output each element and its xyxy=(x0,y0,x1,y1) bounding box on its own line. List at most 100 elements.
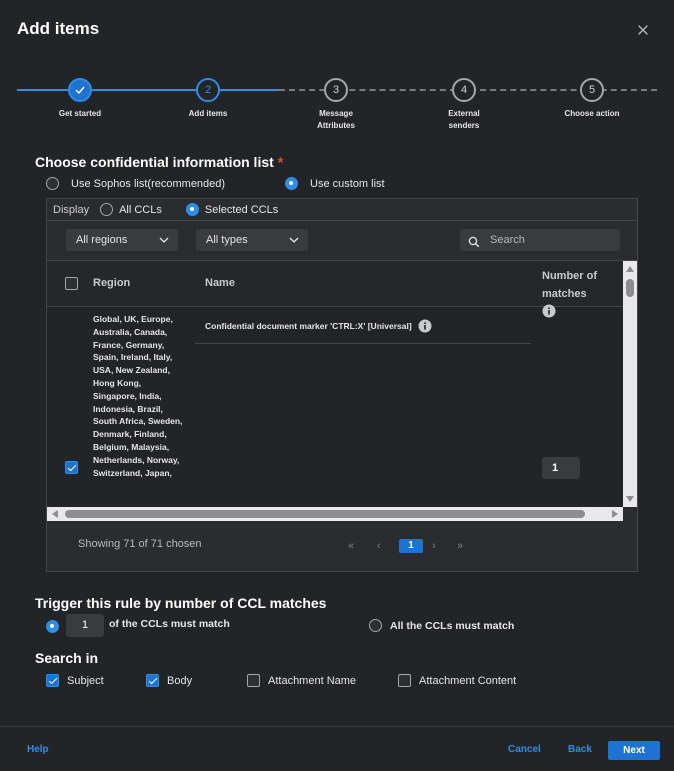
step-number: 3 xyxy=(324,78,348,102)
radio-control[interactable] xyxy=(100,203,114,216)
row-divider xyxy=(195,343,531,344)
first-page-button[interactable]: « xyxy=(348,540,354,552)
types-dropdown[interactable]: All types xyxy=(196,229,308,251)
scroll-thumb[interactable] xyxy=(65,510,585,518)
checkbox-control[interactable] xyxy=(46,674,59,687)
count-match-label: of the CCLs must match xyxy=(109,618,230,630)
radio-control[interactable] xyxy=(369,619,382,632)
radio-all-match[interactable]: All the CCLs must match xyxy=(369,619,514,632)
step-number: 4 xyxy=(452,78,476,102)
checkbox-label: Body xyxy=(167,674,193,687)
close-icon[interactable] xyxy=(633,20,653,40)
row-checkbox[interactable] xyxy=(65,461,78,474)
checkbox-label: Attachment Content xyxy=(419,674,517,687)
dialog-footer: Help Cancel Back Next xyxy=(0,726,674,771)
horizontal-scrollbar[interactable] xyxy=(47,507,623,521)
dialog-title: Add items xyxy=(17,19,100,38)
scroll-left-icon[interactable] xyxy=(52,510,58,518)
radio-label: All the CCLs must match xyxy=(390,619,515,632)
matches-input[interactable]: 1 xyxy=(542,457,580,479)
ccl-count-input[interactable]: 1 xyxy=(66,614,104,637)
column-header-name[interactable]: Name xyxy=(205,277,235,289)
table-header: Region Name Number of matches xyxy=(47,261,623,318)
checkbox-control[interactable] xyxy=(146,674,159,687)
step-label: Get started xyxy=(58,109,102,118)
scroll-right-icon[interactable] xyxy=(612,510,618,518)
row-name: Confidential document marker 'CTRL:X' [U… xyxy=(205,319,445,333)
step-external-senders[interactable]: 4 External senders xyxy=(414,76,514,132)
prev-page-button[interactable]: ‹ xyxy=(377,540,381,552)
step-label: Choose action xyxy=(564,109,620,118)
info-icon[interactable] xyxy=(542,304,556,318)
check-icon xyxy=(68,78,92,102)
vertical-scrollbar[interactable] xyxy=(623,261,637,507)
column-header-label: Number of matches xyxy=(542,270,597,300)
checkbox-attachment-content[interactable]: Attachment Content xyxy=(398,674,516,687)
radio-all-ccls[interactable]: All CCLs xyxy=(100,203,162,216)
radio-sophos-list[interactable]: Use Sophos list(recommended) xyxy=(46,177,225,190)
search-icon xyxy=(468,234,480,256)
radio-custom-list[interactable]: Use custom list xyxy=(285,177,385,190)
radio-control[interactable] xyxy=(285,177,298,190)
chevron-down-icon xyxy=(159,229,169,259)
step-number: 5 xyxy=(580,78,604,102)
section-title-text: Choose confidential information list xyxy=(35,154,274,170)
radio-control[interactable] xyxy=(46,620,59,633)
cancel-button[interactable]: Cancel xyxy=(508,744,541,755)
display-filter-bar: Display All CCLs Selected CCLs xyxy=(47,199,637,221)
scroll-thumb[interactable] xyxy=(626,279,634,297)
chevron-down-icon xyxy=(289,229,299,259)
radio-count-match[interactable] xyxy=(46,620,59,633)
current-page-button[interactable]: 1 xyxy=(399,539,423,553)
radio-label: Use custom list xyxy=(310,177,385,190)
checkbox-label: Attachment Name xyxy=(268,674,357,687)
pagination-bar: Showing 71 of 71 chosen « ‹ 1 › » xyxy=(47,521,637,571)
checkbox-control[interactable] xyxy=(247,674,260,687)
step-label: External senders xyxy=(448,109,480,130)
search-placeholder: Search xyxy=(490,234,525,246)
filter-bar: All regions All types Search xyxy=(47,221,637,261)
column-header-region[interactable]: Region xyxy=(93,277,130,289)
dropdown-value: All types xyxy=(206,234,248,246)
last-page-button[interactable]: » xyxy=(457,540,463,552)
row-name-text: Confidential document marker 'CTRL:X' [U… xyxy=(205,321,412,331)
regions-dropdown[interactable]: All regions xyxy=(66,229,178,251)
next-page-button[interactable]: › xyxy=(432,540,436,552)
pagination-summary: Showing 71 of 71 chosen xyxy=(78,538,202,550)
scroll-down-icon[interactable] xyxy=(626,496,634,502)
radio-label: Selected CCLs xyxy=(204,203,279,216)
ccl-panel: Display All CCLs Selected CCLs All regio… xyxy=(46,198,638,572)
step-get-started[interactable]: Get started xyxy=(30,76,130,120)
radio-selected-ccls[interactable]: Selected CCLs xyxy=(185,203,279,216)
radio-label: All CCLs xyxy=(119,203,162,216)
back-button[interactable]: Back xyxy=(568,744,592,755)
search-input[interactable]: Search xyxy=(460,229,620,251)
wizard-stepper: Get started 2 Add items 3 Message Attrib… xyxy=(0,76,674,136)
ccl-section-title: Choose confidential information list * xyxy=(35,154,283,170)
help-link[interactable]: Help xyxy=(27,744,49,755)
step-add-items[interactable]: 2 Add items xyxy=(158,76,258,120)
row-region: Global, UK, Europe, Australia, Canada, F… xyxy=(93,314,183,478)
select-all-checkbox[interactable] xyxy=(65,277,78,290)
add-items-dialog: Add items Get started 2 Add items 3 Mess… xyxy=(0,0,674,771)
checkbox-body[interactable]: Body xyxy=(146,674,192,687)
step-label: Message Attributes xyxy=(317,109,355,130)
step-message-attributes[interactable]: 3 Message Attributes xyxy=(286,76,386,132)
radio-control[interactable] xyxy=(185,203,199,216)
checkbox-control[interactable] xyxy=(398,674,411,687)
step-choose-action[interactable]: 5 Choose action xyxy=(542,76,642,120)
step-number: 2 xyxy=(196,78,220,102)
checkbox-attachment-name[interactable]: Attachment Name xyxy=(247,674,356,687)
column-header-matches[interactable]: Number of matches xyxy=(542,267,602,321)
ccl-table: Region Name Number of matches Global, UK… xyxy=(47,261,623,507)
checkbox-label: Subject xyxy=(67,674,104,687)
search-in-title: Search in xyxy=(35,650,99,666)
radio-control[interactable] xyxy=(46,177,59,190)
required-marker: * xyxy=(277,154,284,170)
step-label: Add items xyxy=(188,109,228,118)
scroll-up-icon[interactable] xyxy=(626,266,634,272)
checkbox-subject[interactable]: Subject xyxy=(46,674,104,687)
next-button[interactable]: Next xyxy=(608,741,660,760)
info-icon[interactable] xyxy=(418,319,432,333)
radio-label: Use Sophos list(recommended) xyxy=(71,177,226,190)
